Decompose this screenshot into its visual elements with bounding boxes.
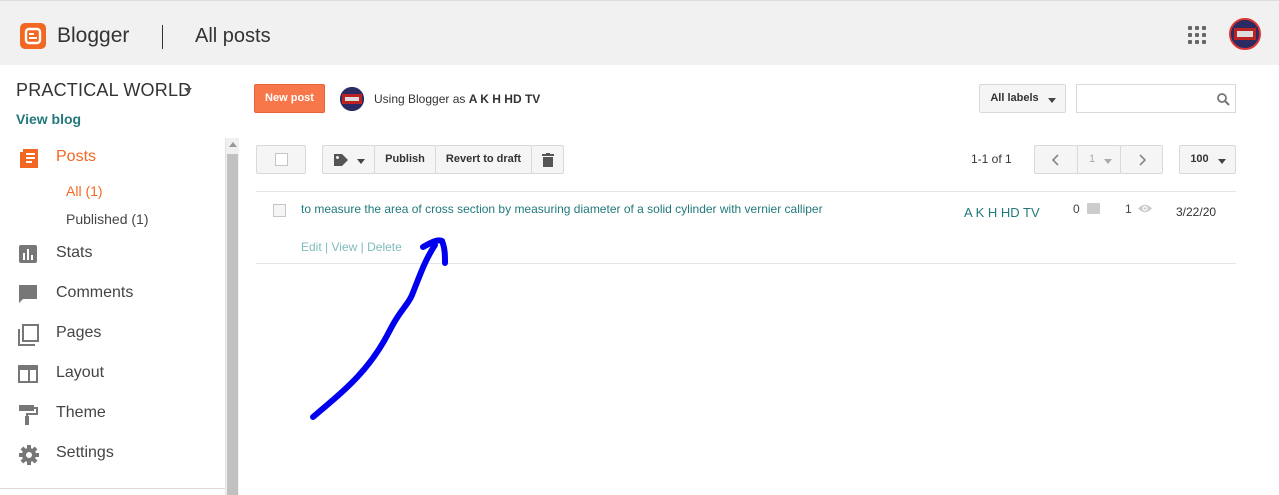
user-avatar <box>340 87 364 111</box>
chevron-down-icon[interactable] <box>184 88 192 93</box>
sidebar-item-layout[interactable]: Layout <box>0 360 225 390</box>
chevron-right-icon <box>1139 154 1147 166</box>
label-tag-icon <box>334 154 348 166</box>
chevron-down-icon <box>357 159 365 164</box>
trash-icon <box>542 153 554 167</box>
per-page-dropdown[interactable]: 100 <box>1179 145 1236 174</box>
label-menu-button[interactable] <box>322 145 375 174</box>
sidebar-item-stats[interactable]: Stats <box>0 240 225 270</box>
next-page-button[interactable] <box>1120 145 1163 174</box>
post-title-link[interactable]: to measure the area of cross section by … <box>301 202 823 216</box>
delete-button[interactable] <box>531 145 564 174</box>
blogger-logo-icon[interactable] <box>20 23 46 49</box>
per-page-value: 100 <box>1190 153 1209 165</box>
comment-icon <box>1087 203 1100 214</box>
comment-count: 0 <box>1073 202 1080 216</box>
sidebar-item-theme[interactable]: Theme <box>0 400 225 430</box>
page-title: All posts <box>195 25 271 47</box>
sidebar-item-label: Theme <box>56 404 106 421</box>
sidebar-item-label: Layout <box>56 364 105 381</box>
sidebar-item-label: Settings <box>56 444 114 461</box>
sidebar-subitem-all[interactable]: All (1) <box>66 183 103 199</box>
annotation-arrow-icon <box>310 237 448 420</box>
using-as-prefix: Using Blogger as <box>374 92 466 106</box>
view-count: 1 <box>1125 202 1132 216</box>
current-user-name: A K H HD TV <box>468 92 541 106</box>
sidebar-item-settings[interactable]: Settings <box>0 440 225 470</box>
revert-to-draft-button[interactable]: Revert to draft <box>435 145 532 174</box>
select-all-checkbox[interactable] <box>256 145 306 174</box>
chevron-down-icon <box>1218 159 1226 164</box>
stats-icon <box>18 244 38 264</box>
eye-icon <box>1138 204 1152 213</box>
pages-icon <box>18 324 39 346</box>
sidebar-item-pages[interactable]: Pages <box>0 320 225 350</box>
apps-grid-icon[interactable] <box>1188 26 1206 44</box>
post-date: 3/22/20 <box>1176 205 1217 219</box>
layout-icon <box>18 364 38 384</box>
header-divider <box>162 25 163 49</box>
brand-name[interactable]: Blogger <box>57 24 129 48</box>
all-labels-dropdown[interactable]: All labels <box>979 84 1066 113</box>
scrollbar-thumb[interactable] <box>227 154 238 495</box>
sidebar-item-label: Comments <box>56 284 134 301</box>
search-input[interactable] <box>1076 84 1236 113</box>
sidebar-divider <box>0 488 225 489</box>
top-bar: Blogger All posts <box>0 0 1279 65</box>
posts-icon <box>18 148 38 168</box>
pagination-range: 1-1 of 1 <box>971 152 1012 166</box>
scroll-up-icon[interactable] <box>229 142 237 147</box>
page-selector[interactable]: 1 <box>1077 145 1121 174</box>
using-blogger-as: Using Blogger as A K H HD TV <box>374 92 540 106</box>
search-icon[interactable] <box>1217 93 1230 106</box>
chevron-down-icon <box>1104 159 1112 164</box>
new-post-button[interactable]: New post <box>254 84 325 113</box>
chevron-left-icon <box>1051 154 1059 166</box>
chevron-down-icon <box>1048 98 1056 103</box>
sidebar-item-comments[interactable]: Comments <box>0 280 225 310</box>
settings-icon <box>18 444 39 465</box>
sidebar-subitem-published[interactable]: Published (1) <box>66 211 149 227</box>
view-blog-link[interactable]: View blog <box>16 111 81 127</box>
comments-icon <box>18 284 38 304</box>
sidebar-item-posts[interactable]: Posts <box>0 144 225 174</box>
theme-icon <box>18 404 38 425</box>
all-labels-label: All labels <box>990 92 1039 104</box>
post-author-link[interactable]: A K H HD TV <box>964 205 1040 220</box>
account-avatar[interactable] <box>1229 18 1261 50</box>
page-number: 1 <box>1088 153 1096 165</box>
sidebar-item-label: Stats <box>56 244 93 261</box>
sidebar-item-label: Posts <box>56 148 97 165</box>
row-divider <box>256 191 1236 192</box>
sidebar-scrollbar[interactable] <box>225 138 239 495</box>
checkbox-box[interactable] <box>275 153 288 166</box>
blog-selector[interactable]: PRACTICAL WORLD <box>16 80 191 101</box>
previous-page-button[interactable] <box>1034 145 1078 174</box>
post-checkbox[interactable] <box>273 204 286 217</box>
sidebar-item-label: Pages <box>56 324 102 341</box>
publish-button[interactable]: Publish <box>374 145 436 174</box>
